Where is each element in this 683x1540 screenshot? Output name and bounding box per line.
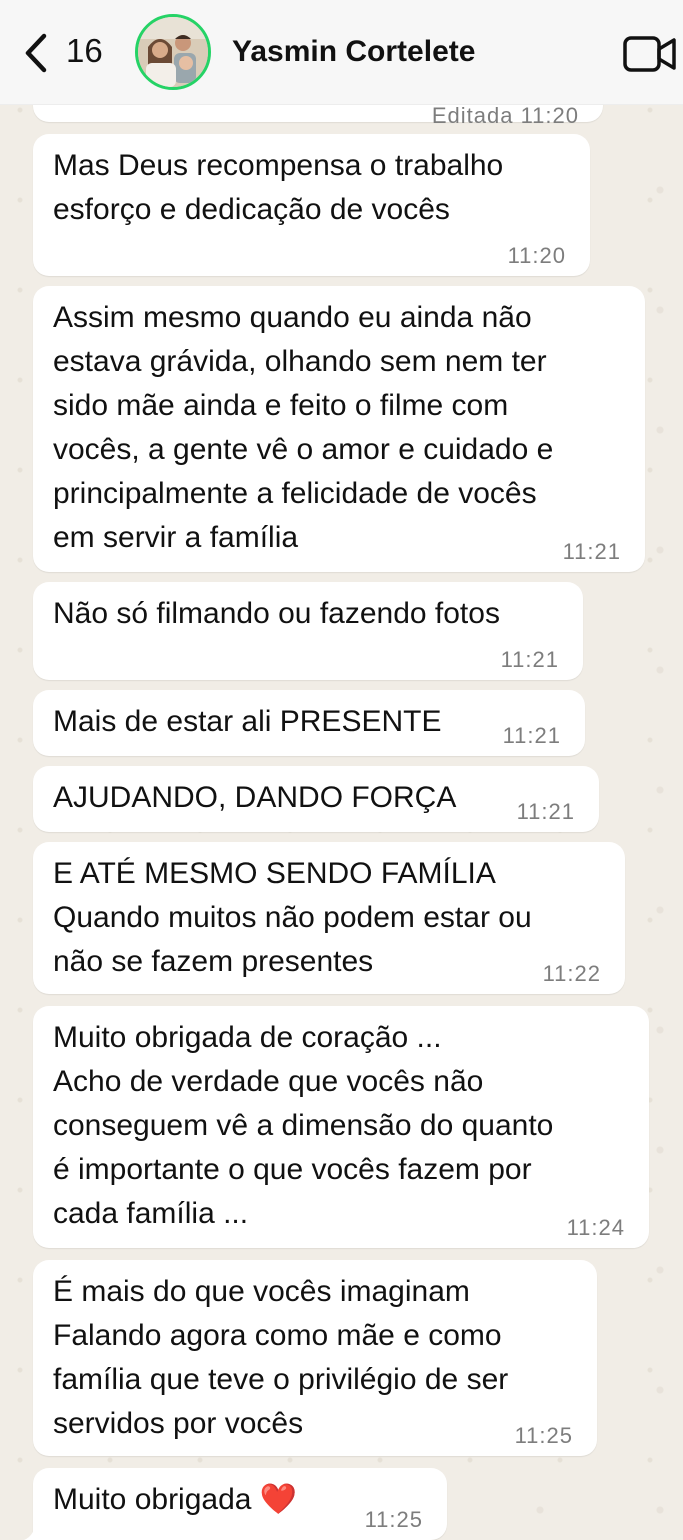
message-bubble[interactable]: É mais do que vocês imaginam Falando ago…	[33, 1260, 597, 1456]
message-text: E ATÉ MESMO SENDO FAMÍLIA Quando muitos …	[53, 857, 532, 978]
message-time: 11:22	[542, 961, 601, 986]
message-bubble[interactable]: Muito obrigada ❤️ 11:25	[24, 1468, 447, 1540]
message-bubble[interactable]: Assim mesmo quando eu ainda não estava g…	[33, 286, 645, 572]
message-text: É mais do que vocês imaginam Falando ago…	[53, 1275, 509, 1440]
message-bubble[interactable]: Muito obrigada de coração ... Acho de ve…	[33, 1006, 649, 1248]
message-text: AJUDANDO, DANDO FORÇA	[53, 781, 457, 814]
message-bubble[interactable]: E ATÉ MESMO SENDO FAMÍLIA Quando muitos …	[33, 842, 625, 994]
message-time: 11:21	[516, 799, 575, 824]
message-time: 11:24	[566, 1215, 625, 1240]
message-text: Não só filmando ou fazendo fotos	[53, 597, 500, 630]
message-time: 11:21	[500, 647, 559, 672]
message-time: 11:21	[562, 539, 621, 564]
message-list[interactable]: chaadtivo Editada 11:20 Mas Deus recompe…	[0, 104, 683, 1540]
message-time: 11:20	[507, 243, 566, 268]
message-bubble[interactable]: Mais de estar ali PRESENTE 11:21	[33, 690, 585, 756]
message-text: Muito obrigada de coração ... Acho de ve…	[53, 1021, 554, 1230]
video-call-icon	[623, 36, 676, 72]
message-text: Assim mesmo quando eu ainda não estava g…	[53, 301, 554, 554]
back-button[interactable]	[22, 30, 62, 76]
contact-avatar[interactable]	[135, 14, 211, 90]
video-call-button[interactable]	[622, 34, 678, 74]
chat-header: 16 Yasmin Cortelete	[0, 0, 683, 105]
message-text: Mas Deus recompensa o trabalho esforço e…	[53, 149, 504, 226]
message-bubble[interactable]: Não só filmando ou fazendo fotos 11:21	[33, 582, 583, 680]
bubble-tail	[24, 1522, 44, 1540]
message-time: 11:25	[364, 1507, 423, 1532]
message-bubble[interactable]: Mas Deus recompensa o trabalho esforço e…	[33, 134, 590, 276]
unread-count[interactable]: 16	[66, 32, 103, 70]
message-time: 11:25	[514, 1423, 573, 1448]
message-time: Editada 11:20	[431, 104, 579, 128]
message-bubble[interactable]: chaadtivo Editada 11:20	[33, 104, 603, 128]
message-bubble[interactable]: AJUDANDO, DANDO FORÇA 11:21	[33, 766, 599, 832]
message-text: Mais de estar ali PRESENTE	[53, 705, 442, 738]
contact-name[interactable]: Yasmin Cortelete	[232, 35, 475, 69]
chevron-left-icon	[25, 33, 47, 73]
message-time: 11:21	[502, 723, 561, 748]
